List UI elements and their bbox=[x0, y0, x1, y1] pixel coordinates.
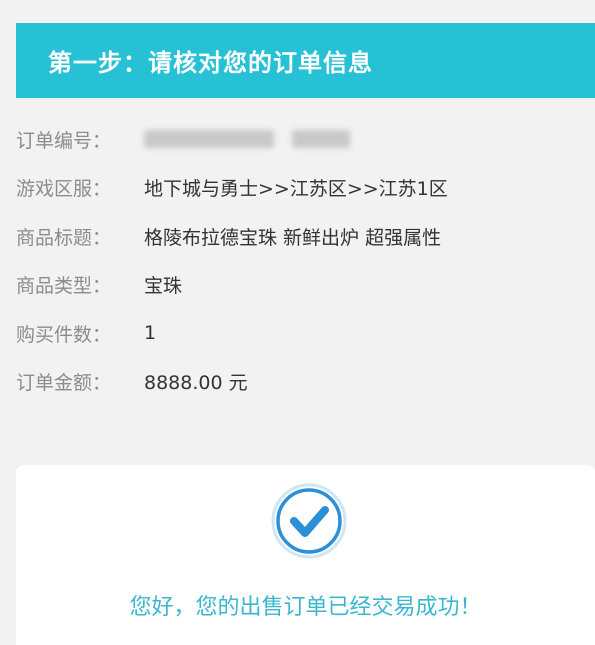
redaction-block bbox=[144, 130, 274, 149]
order-info-list: 订单编号： 游戏区服： 地下城与勇士>>江苏区>>江苏1区 商品标题： 格陵布拉… bbox=[16, 115, 586, 406]
order-amount-row: 订单金额： 8888.00 元 bbox=[16, 358, 586, 407]
check-circle-icon bbox=[271, 483, 347, 559]
product-type-value: 宝珠 bbox=[144, 275, 183, 298]
order-number-value-redacted bbox=[144, 130, 350, 149]
product-title-row: 商品标题： 格陵布拉德宝珠 新鲜出炉 超强属性 bbox=[16, 212, 586, 261]
product-type-label: 商品类型： bbox=[16, 275, 112, 298]
product-title-value: 格陵布拉德宝珠 新鲜出炉 超强属性 bbox=[144, 226, 442, 249]
step-title: 第一步：请核对您的订单信息 bbox=[48, 49, 373, 77]
redaction-block bbox=[292, 130, 350, 149]
success-card: 您好，您的出售订单已经交易成功！ bbox=[16, 465, 595, 645]
order-number-label: 订单编号： bbox=[16, 129, 112, 152]
quantity-row: 购买件数： 1 bbox=[16, 309, 586, 358]
success-message: 您好，您的出售订单已经交易成功！ bbox=[129, 595, 482, 620]
quantity-value: 1 bbox=[144, 322, 157, 345]
product-title-label: 商品标题： bbox=[16, 226, 112, 249]
game-server-label: 游戏区服： bbox=[16, 178, 112, 201]
quantity-label: 购买件数： bbox=[16, 323, 112, 346]
step-header: 第一步：请核对您的订单信息 bbox=[16, 23, 595, 98]
order-amount-label: 订单金额： bbox=[16, 372, 112, 395]
order-amount-value: 8888.00 元 bbox=[144, 372, 248, 395]
product-type-row: 商品类型： 宝珠 bbox=[16, 261, 586, 310]
game-server-value: 地下城与勇士>>江苏区>>江苏1区 bbox=[144, 178, 448, 201]
game-server-row: 游戏区服： 地下城与勇士>>江苏区>>江苏1区 bbox=[16, 164, 586, 213]
order-number-row: 订单编号： bbox=[16, 115, 586, 164]
